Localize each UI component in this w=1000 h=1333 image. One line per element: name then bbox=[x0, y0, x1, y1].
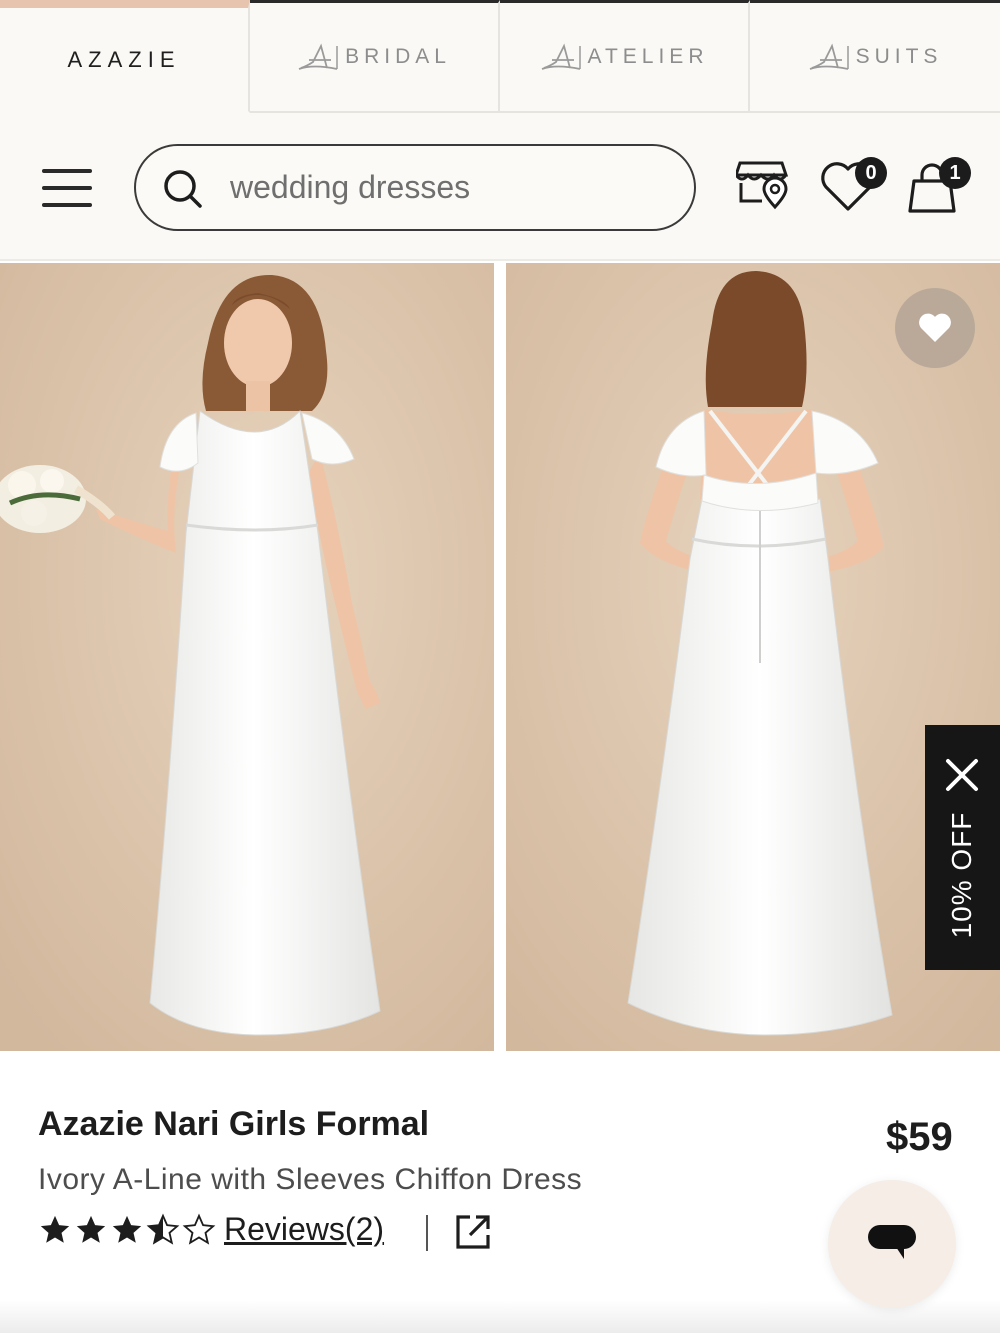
search-icon bbox=[164, 170, 202, 208]
tab-label: AZAZIE bbox=[67, 46, 181, 72]
tab-suits[interactable]: SUITS bbox=[750, 0, 1000, 113]
store-locator-icon[interactable] bbox=[736, 157, 792, 213]
add-to-wishlist-button[interactable] bbox=[895, 288, 975, 368]
star-icon bbox=[112, 1215, 142, 1243]
wishlist-count-badge: 0 bbox=[855, 157, 887, 189]
product-title[interactable]: Azazie Nari Girls Formal bbox=[38, 1105, 429, 1144]
divider bbox=[426, 1215, 428, 1251]
rating-stars bbox=[38, 1213, 216, 1247]
discount-label: 10% OFF bbox=[946, 811, 977, 939]
brand-tabs: AZAZIE BRIDAL ATELIER SUITS bbox=[0, 0, 1000, 113]
product-photo-front[interactable] bbox=[0, 263, 494, 1051]
close-icon[interactable] bbox=[942, 755, 982, 795]
star-empty-icon bbox=[182, 1213, 216, 1245]
star-icon bbox=[76, 1215, 106, 1243]
site-header: wedding dresses 0 1 bbox=[0, 113, 1000, 261]
tab-bridal[interactable]: BRIDAL bbox=[250, 0, 500, 113]
azazie-mark-icon bbox=[540, 42, 582, 72]
share-icon[interactable] bbox=[454, 1213, 492, 1251]
tab-azazie[interactable]: AZAZIE bbox=[0, 0, 250, 113]
search-value: wedding dresses bbox=[230, 169, 471, 205]
chat-button[interactable] bbox=[828, 1180, 956, 1308]
product-subtitle[interactable]: Ivory A-Line with Sleeves Chiffon Dress bbox=[38, 1163, 582, 1197]
star-icon bbox=[40, 1215, 70, 1243]
star-half-icon bbox=[146, 1213, 180, 1245]
tab-label: ATELIER bbox=[587, 45, 709, 68]
heart-icon bbox=[919, 313, 951, 342]
tab-atelier[interactable]: ATELIER bbox=[500, 0, 750, 113]
bottom-divider bbox=[0, 1300, 1000, 1333]
azazie-mark-icon bbox=[297, 42, 339, 72]
menu-icon[interactable] bbox=[42, 169, 92, 207]
reviews-link[interactable]: Reviews(2) bbox=[224, 1211, 384, 1248]
tab-label: SUITS bbox=[855, 45, 943, 68]
tab-label: BRIDAL bbox=[345, 45, 451, 68]
cart-count-badge: 1 bbox=[939, 157, 971, 189]
chat-icon bbox=[868, 1225, 916, 1259]
product-price: $59 bbox=[886, 1115, 953, 1159]
search-input[interactable]: wedding dresses bbox=[134, 144, 696, 231]
azazie-mark-icon bbox=[808, 42, 850, 72]
